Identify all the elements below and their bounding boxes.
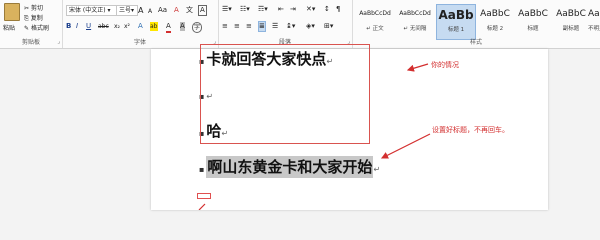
arrow-small [198,203,206,210]
annotation-arrows [198,63,431,210]
annotation-note-1: 你的情况 [431,61,459,69]
arrow-to-box [406,63,429,72]
arrow-to-heading [380,133,431,159]
annotation-note-2: 设置好标题，不再回车。 [432,126,509,134]
